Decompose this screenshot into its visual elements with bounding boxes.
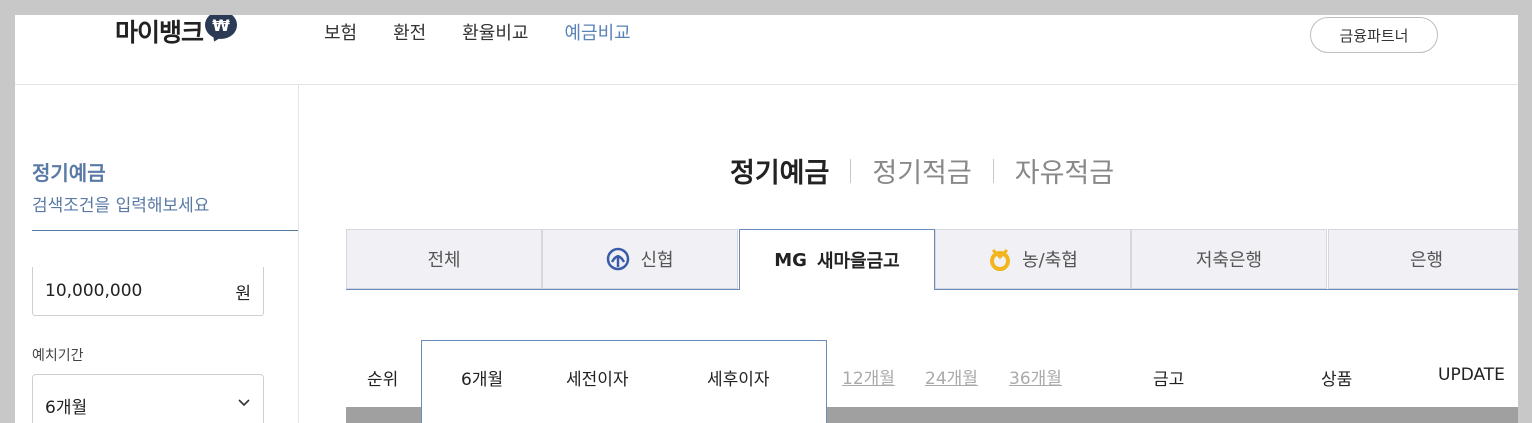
tab-label: 신협 (640, 250, 674, 271)
tab-label: 은행 (1409, 250, 1444, 271)
tab-fixed-deposit[interactable]: 정기예금 (730, 151, 829, 190)
sidebar-title: 정기예금 (32, 161, 106, 185)
amount-input[interactable]: 10,000,000 원 (32, 267, 264, 316)
category-separator (992, 158, 994, 183)
sidebar-subtitle: 검색조건을 입력해보세요 (32, 196, 210, 216)
page: 마이뱅크 ₩ 보험 환전 환율비교 예금비교 금융파트너 정기예금 검색조건을 … (15, 15, 1518, 423)
tab-label: 저축은행 (1195, 250, 1263, 271)
tab-bank[interactable]: 은행 (1328, 229, 1518, 289)
col-rank: 순위 (367, 370, 399, 390)
nav-deposit-compare[interactable]: 예금비교 (565, 19, 631, 45)
tab-nonghyup[interactable]: 농/축협 (935, 229, 1131, 289)
amount-unit: 원 (235, 284, 251, 304)
col-pre-tax-interest: 세전이자 (566, 370, 629, 390)
product-category-tabs: 정기예금 정기적금 자유적금 (730, 151, 1114, 190)
financial-partner-button[interactable]: 금융파트너 (1310, 17, 1438, 53)
period-label: 예치기간 (32, 348, 84, 364)
col-36-months-link[interactable]: 36개월 (1009, 364, 1062, 389)
top-header: 마이뱅크 ₩ 보험 환전 환율비교 예금비교 금융파트너 (15, 15, 1518, 85)
tab-shinhyup[interactable]: 신협 (542, 229, 738, 289)
col-bank: 금고 (1153, 370, 1185, 390)
tab-all[interactable]: 전체 (346, 229, 542, 289)
mybank-logo[interactable]: 마이뱅크 ₩ (115, 15, 241, 49)
tab-label: 전체 (427, 250, 461, 271)
col-after-tax-interest: 세후이자 (707, 370, 770, 390)
won-bubble-icon: ₩ (205, 15, 241, 45)
table-header-bottom-bar (346, 407, 1518, 423)
tab-saemaeul[interactable]: MG 새마을금고 (739, 229, 935, 290)
period-select[interactable]: 6개월 (32, 374, 264, 423)
category-separator (850, 158, 852, 183)
shinhyup-logo-icon (607, 247, 630, 271)
institution-tabs: 전체 신협 MG 새마을금고 농/축협 저축은행 은행 (346, 229, 1518, 290)
nav-exchange[interactable]: 환전 (393, 19, 426, 45)
tab-label: 새마을금고 (816, 251, 900, 272)
tab-installment-savings[interactable]: 정기적금 (872, 151, 971, 190)
col-product: 상품 (1321, 370, 1353, 390)
selected-period-column-fill (421, 407, 827, 423)
nonghyup-logo-icon (990, 248, 1011, 271)
nav-rate-compare[interactable]: 환율비교 (462, 19, 528, 45)
search-sidebar: 정기예금 검색조건을 입력해보세요 10,000,000 원 예치기간 6개월 (15, 85, 299, 423)
col-6-months[interactable]: 6개월 (461, 365, 503, 390)
sidebar-divider (32, 230, 298, 231)
tab-savings-bank[interactable]: 저축은행 (1131, 229, 1327, 289)
col-24-months-link[interactable]: 24개월 (925, 364, 978, 389)
mg-logo-icon: MG (774, 249, 807, 271)
col-12-months-link[interactable]: 12개월 (842, 364, 895, 389)
tab-label: 농/축협 (1022, 250, 1078, 271)
main-nav: 보험 환전 환율비교 예금비교 (324, 19, 667, 45)
period-selected-value: 6개월 (45, 398, 88, 418)
col-update: UPDATE (1438, 365, 1505, 385)
logo-text: 마이뱅크 (115, 18, 204, 47)
amount-value: 10,000,000 (45, 281, 143, 301)
tab-free-savings[interactable]: 자유적금 (1015, 151, 1114, 190)
chevron-down-icon (238, 399, 250, 407)
nav-insurance[interactable]: 보험 (324, 19, 357, 45)
